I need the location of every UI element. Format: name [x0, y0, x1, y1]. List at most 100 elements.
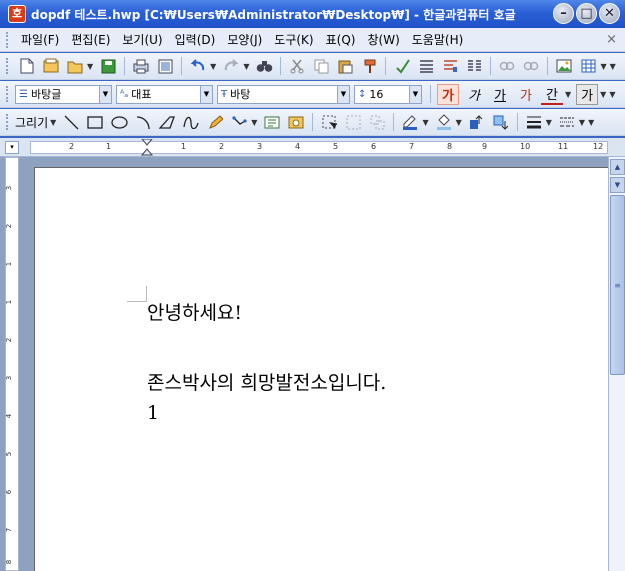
bold-button[interactable]: 가 — [437, 83, 459, 105]
line-color-dropdown-icon[interactable]: ▼ — [422, 118, 428, 127]
curve-tool-icon[interactable] — [181, 112, 201, 132]
ruler-corner-button[interactable]: ▾ — [5, 141, 19, 154]
scroll-up-button[interactable]: ▲ — [610, 159, 625, 175]
template-icon[interactable] — [41, 56, 61, 76]
undo-dropdown-icon[interactable]: ▼ — [210, 62, 216, 71]
unlink-icon[interactable] — [521, 56, 541, 76]
style-icon[interactable] — [440, 56, 460, 76]
language-combo-arrow-icon[interactable]: ▼ — [200, 85, 212, 103]
open-dropdown-icon[interactable]: ▼ — [87, 62, 93, 71]
fill-color-icon[interactable] — [434, 112, 454, 132]
outline-button[interactable]: 가 — [515, 84, 537, 105]
paragraph-icon[interactable] — [416, 56, 436, 76]
toolbar-options-icon[interactable]: ▼ — [609, 90, 615, 99]
format-painter-icon[interactable] — [359, 56, 379, 76]
ellipse-tool-icon[interactable] — [109, 112, 129, 132]
select-object-icon[interactable] — [319, 112, 339, 132]
document-editor-area[interactable]: 3 2 1 1 2 3 4 5 6 7 8 안녕하세요! 존스박사의 희망발전소… — [0, 157, 608, 571]
draw-dropdown-icon[interactable]: ▼ — [50, 118, 56, 127]
highlight-button[interactable]: 가 — [576, 83, 599, 105]
font-combo[interactable]: Ŧ 바탕 ▼ — [217, 84, 350, 104]
document-paragraph[interactable]: 안녕하세요! — [147, 298, 242, 325]
style-combo[interactable]: ☰ 바탕글 ▼ — [15, 84, 112, 104]
scroll-thumb[interactable]: ≡ — [610, 195, 625, 375]
connector-dropdown-icon[interactable]: ▼ — [251, 118, 257, 127]
spell-check-icon[interactable] — [392, 56, 412, 76]
menu-window[interactable]: 창(W) — [361, 31, 405, 48]
font-size-combo[interactable]: ↕ 16 ▼ — [354, 84, 422, 104]
cut-icon[interactable] — [287, 56, 307, 76]
find-binoculars-icon[interactable] — [254, 56, 274, 76]
table-dropdown-icon[interactable]: ▼ — [600, 62, 606, 71]
scroll-down-button[interactable]: ▼ — [610, 177, 625, 193]
redo-icon[interactable] — [221, 56, 241, 76]
line-color-icon[interactable] — [400, 112, 420, 132]
font-color-button[interactable]: 간 — [541, 84, 563, 105]
textbox-tool-icon[interactable] — [262, 112, 282, 132]
connector-tool-icon[interactable] — [229, 112, 249, 132]
horizontal-ruler[interactable]: ▾ 2 1 1 2 3 4 5 6 7 8 9 10 11 12 — [0, 138, 625, 157]
highlight-dropdown-icon[interactable]: ▼ — [600, 90, 606, 99]
line-weight-dropdown-icon[interactable]: ▼ — [546, 118, 552, 127]
underline-button[interactable]: 가 — [489, 84, 511, 105]
hyperlink-icon[interactable] — [497, 56, 517, 76]
horizontal-ruler-strip[interactable]: 2 1 1 2 3 4 5 6 7 8 9 10 11 12 — [30, 139, 608, 156]
insert-picture-icon[interactable] — [554, 56, 574, 76]
line-style-dropdown-icon[interactable]: ▼ — [579, 118, 585, 127]
fill-color-dropdown-icon[interactable]: ▼ — [456, 118, 462, 127]
paste-icon[interactable] — [335, 56, 355, 76]
document-paragraph[interactable]: 1 — [147, 402, 159, 424]
open-folder-icon[interactable] — [65, 56, 85, 76]
font-combo-arrow-icon[interactable]: ▼ — [337, 85, 349, 103]
italic-button[interactable]: 가 — [463, 84, 485, 105]
menu-format[interactable]: 모양(J) — [221, 31, 268, 48]
columns-icon[interactable] — [464, 56, 484, 76]
toolbar-grip[interactable] — [6, 58, 9, 74]
line-weight-icon[interactable] — [524, 112, 544, 132]
menu-file[interactable]: 파일(F) — [15, 31, 65, 48]
polygon-tool-icon[interactable] — [157, 112, 177, 132]
document-paragraph[interactable]: 존스박사의 희망발전소입니다. — [147, 368, 386, 395]
close-button[interactable]: ✕ — [599, 3, 620, 24]
draw-menu-label[interactable]: 그리기 — [15, 114, 48, 131]
arc-tool-icon[interactable] — [133, 112, 153, 132]
document-page[interactable]: 안녕하세요! 존스박사의 희망발전소입니다. 1 — [34, 167, 608, 571]
copy-icon[interactable] — [311, 56, 331, 76]
rectangle-tool-icon[interactable] — [85, 112, 105, 132]
menu-grip[interactable] — [6, 31, 9, 48]
line-style-icon[interactable] — [557, 112, 577, 132]
redo-dropdown-icon[interactable]: ▼ — [243, 62, 249, 71]
menu-close-icon[interactable]: × — [606, 32, 617, 47]
indent-marker-icon[interactable] — [141, 139, 153, 156]
insert-table-icon[interactable] — [578, 56, 598, 76]
pencil-tool-icon[interactable] — [205, 112, 225, 132]
toolbar-options-icon[interactable]: ▼ — [610, 62, 616, 71]
maximize-button[interactable]: □ — [576, 3, 597, 24]
language-face-combo[interactable]: ᴬₐ 대표 ▼ — [116, 84, 213, 104]
font-color-dropdown-icon[interactable]: ▼ — [565, 90, 571, 99]
font-size-arrow-icon[interactable]: ▼ — [409, 85, 421, 103]
minimize-button[interactable]: – — [553, 3, 574, 24]
print-icon[interactable] — [131, 56, 151, 76]
vertical-ruler[interactable]: 3 2 1 1 2 3 4 5 6 7 8 — [5, 157, 19, 571]
menu-insert[interactable]: 입력(D) — [169, 31, 222, 48]
vertical-scrollbar[interactable]: ▲ ▼ ≡ — [608, 157, 625, 571]
ungroup-objects-icon[interactable] — [367, 112, 387, 132]
print-preview-icon[interactable] — [155, 56, 175, 76]
menu-view[interactable]: 보기(U) — [116, 31, 168, 48]
menu-edit[interactable]: 편집(E) — [65, 31, 116, 48]
toolbar-grip[interactable] — [6, 86, 9, 102]
line-tool-icon[interactable] — [61, 112, 81, 132]
save-icon[interactable] — [98, 56, 118, 76]
toolbar-grip[interactable] — [6, 114, 9, 130]
menu-help[interactable]: 도움말(H) — [406, 31, 470, 48]
menu-tools[interactable]: 도구(K) — [268, 31, 319, 48]
group-objects-icon[interactable] — [343, 112, 363, 132]
insert-image-tool-icon[interactable] — [286, 112, 306, 132]
bring-front-icon[interactable] — [467, 112, 487, 132]
menu-table[interactable]: 표(Q) — [320, 31, 362, 48]
new-document-icon[interactable] — [17, 56, 37, 76]
undo-icon[interactable] — [188, 56, 208, 76]
send-back-icon[interactable] — [491, 112, 511, 132]
toolbar-options-icon[interactable]: ▼ — [588, 118, 594, 127]
